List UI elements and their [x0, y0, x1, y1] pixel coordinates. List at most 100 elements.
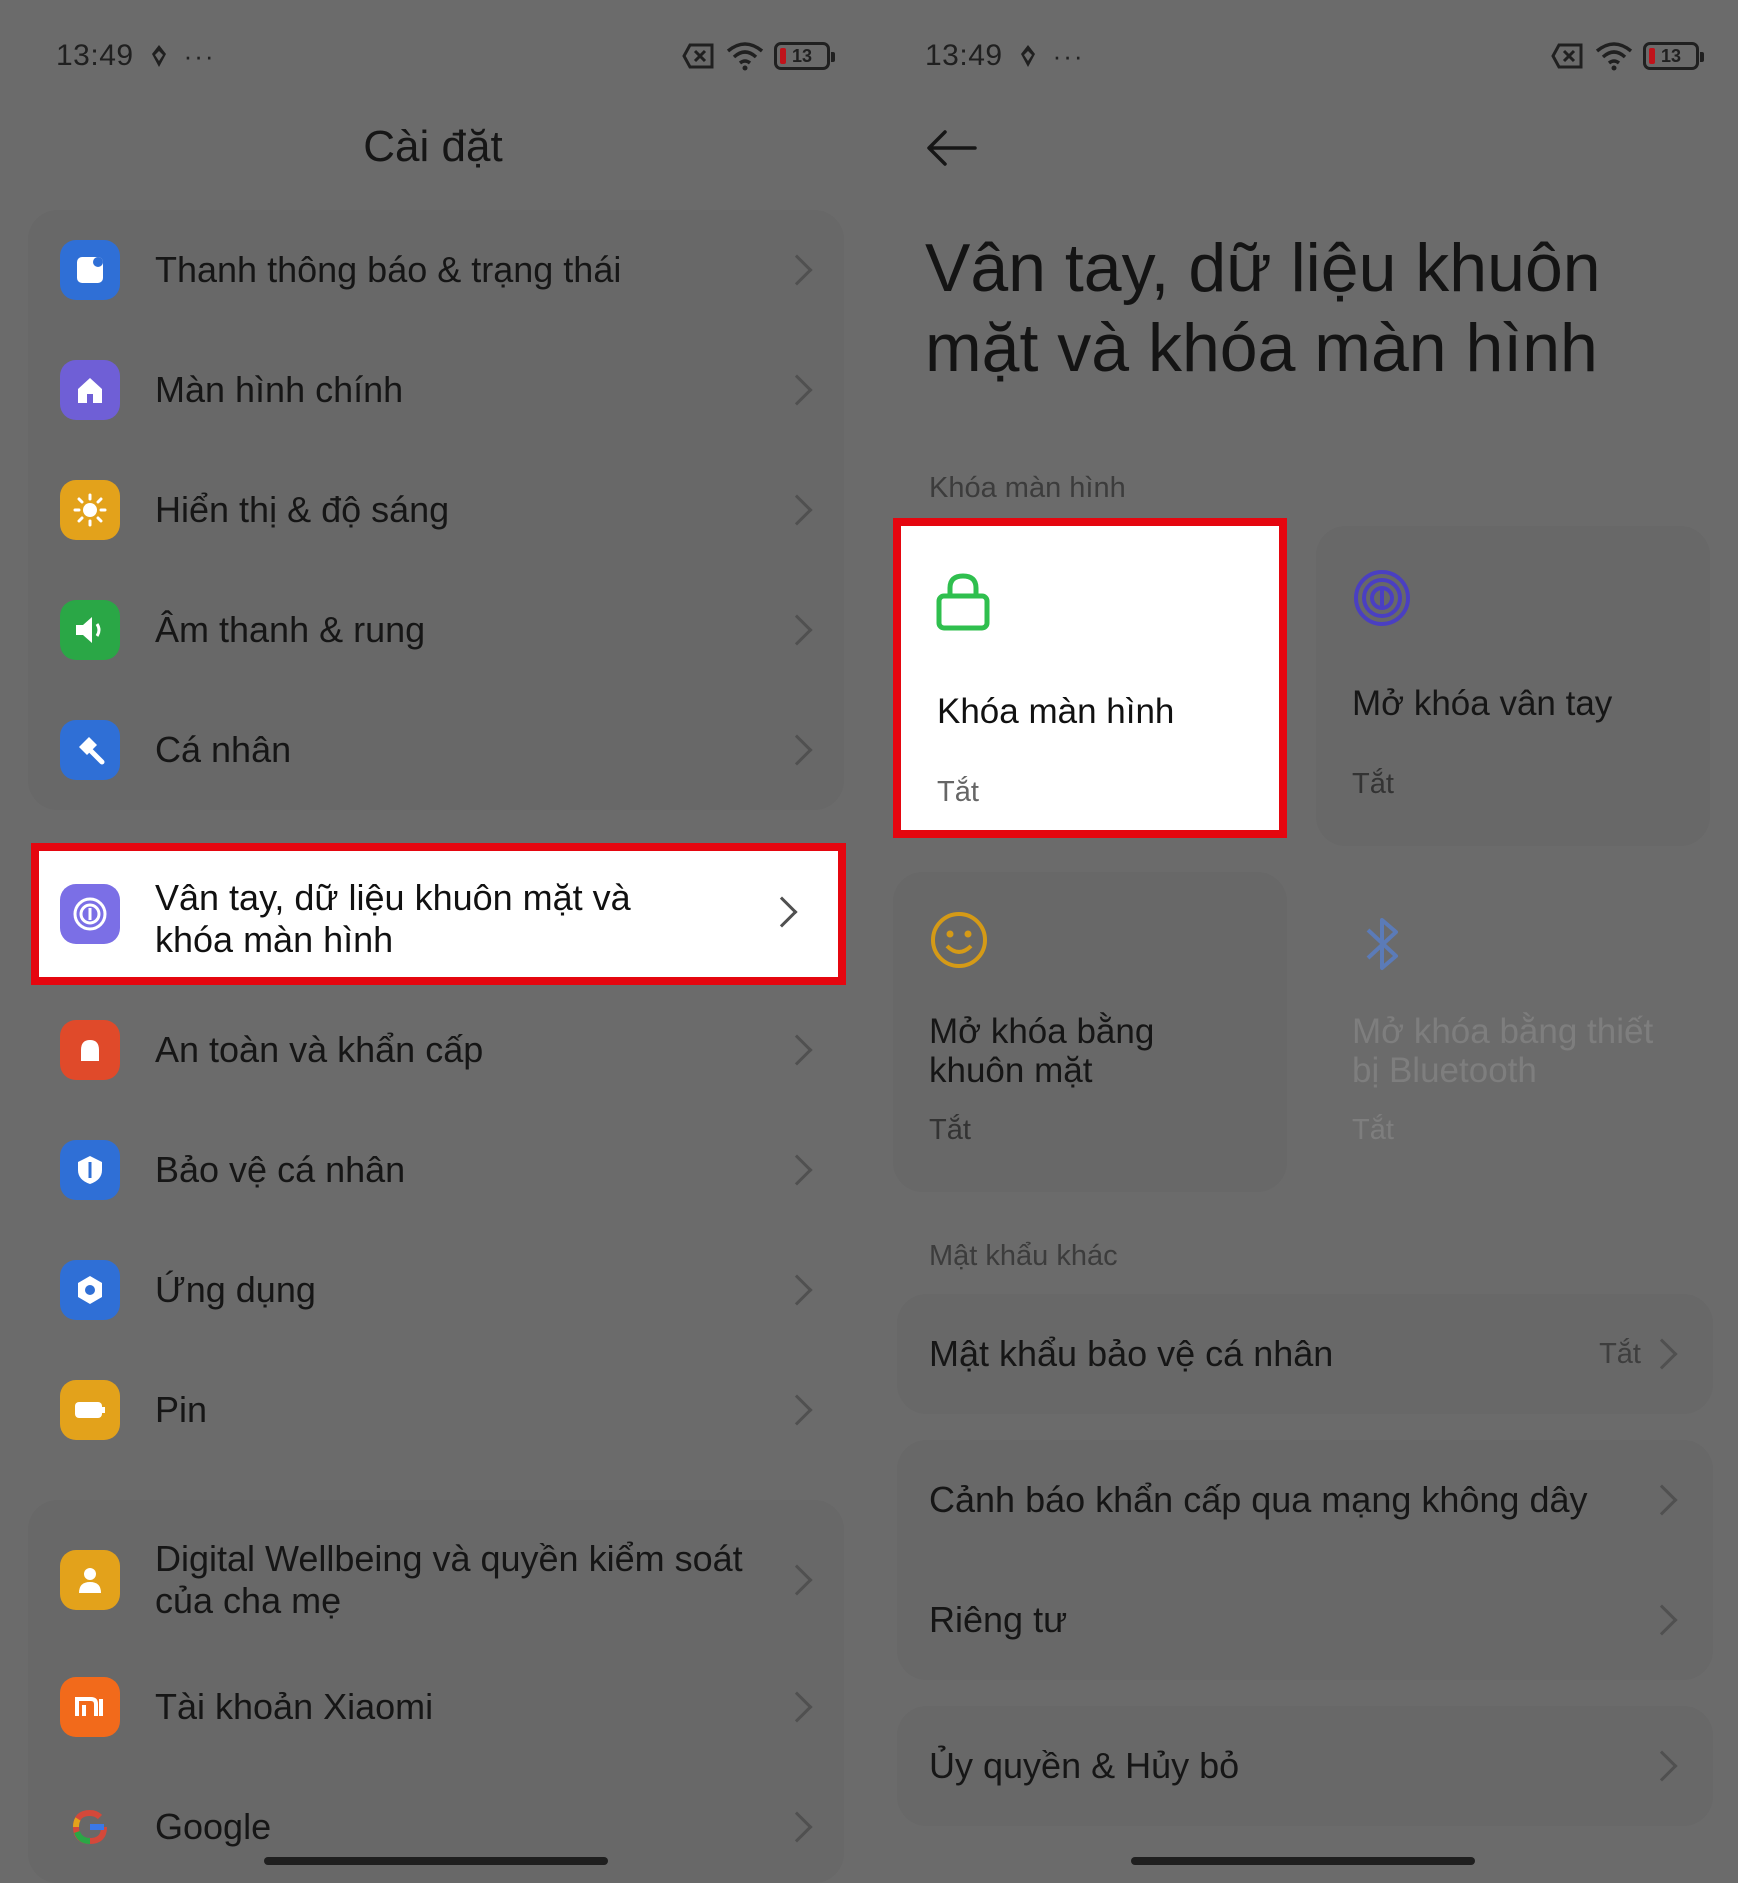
home-indicator[interactable] [264, 1857, 608, 1865]
chevron-right-icon [1646, 1604, 1678, 1636]
battery-icon: 13 [774, 42, 835, 70]
settings-item-privacy-protection[interactable]: Bảo vệ cá nhân [28, 1110, 844, 1230]
settings-item-safety[interactable]: An toàn và khẩn cấp [28, 990, 844, 1110]
battery-icon: 13 [1643, 42, 1704, 70]
tile-title: Mở khóa bằng thiết bị Bluetooth [1352, 1012, 1654, 1090]
status-time: 13:49 [925, 39, 1003, 72]
chevron-right-icon [1646, 1484, 1678, 1516]
settings-item-sound[interactable]: Âm thanh & rung [28, 570, 844, 690]
wireless-emergency-alerts-row[interactable]: Cảnh báo khẩn cấp qua mạng không dây [897, 1440, 1713, 1560]
tile-status: Tắt [1352, 1114, 1394, 1146]
tile-bluetooth-unlock: Mở khóa bằng thiết bị Bluetooth Tắt [1316, 872, 1710, 1192]
chevron-right-icon [781, 1034, 813, 1066]
settings-item-label: Cá nhân [155, 729, 292, 770]
settings-item-personalization[interactable]: Cá nhân [28, 690, 844, 810]
no-sim-icon [682, 43, 714, 69]
chevron-right-icon [781, 374, 813, 406]
chevron-right-icon [781, 1394, 813, 1426]
privacy-row[interactable]: Riêng tư [897, 1560, 1713, 1680]
settings-item-label: Vân tay, dữ liệu khuôn mặt và khóa màn h… [155, 877, 631, 960]
chevron-right-icon [781, 1274, 813, 1306]
settings-item-xiaomi-account[interactable]: Tài khoản Xiaomi [28, 1647, 844, 1767]
tile-title: Mở khóa bằng khuôn mặt [929, 1012, 1155, 1090]
chevron-right-icon [781, 1691, 813, 1723]
settings-item-display[interactable]: Hiển thị & độ sáng [28, 450, 844, 570]
back-arrow-icon[interactable] [925, 128, 977, 168]
settings-item-label: Digital Wellbeing và quyền kiểm soát của… [155, 1538, 743, 1621]
chevron-right-icon [781, 1564, 813, 1596]
status-time: 13:49 [56, 39, 134, 72]
settings-item-fingerprint-face-lock[interactable]: Vân tay, dữ liệu khuôn mặt và khóa màn h… [31, 843, 846, 985]
settings-item-battery[interactable]: Pin [28, 1350, 844, 1470]
settings-item-label: Màn hình chính [155, 369, 404, 410]
battery-icon [60, 1380, 120, 1440]
tile-title: Khóa màn hình [937, 692, 1175, 731]
wifi-icon [726, 42, 764, 71]
no-sim-icon [1551, 43, 1583, 69]
row-label: Mật khẩu bảo vệ cá nhân [929, 1333, 1334, 1374]
settings-group-2: An toàn và khẩn cấp Bảo vệ cá nhân Ứng d… [28, 990, 844, 1470]
apps-icon [60, 1260, 120, 1320]
xiaomi-icon [60, 1677, 120, 1737]
settings-item-label: Ứng dụng [155, 1269, 316, 1310]
privacy-shield-icon [60, 1140, 120, 1200]
more-notifications-icon: ··· [1052, 40, 1085, 71]
chevron-right-icon [1646, 1750, 1678, 1782]
settings-item-label: Google [155, 1806, 272, 1847]
settings-item-label: Hiển thị & độ sáng [155, 489, 450, 530]
privacy-password-row[interactable]: Mật khẩu bảo vệ cá nhân Tắt [897, 1294, 1713, 1414]
chevron-right-icon [781, 1154, 813, 1186]
wellbeing-icon [60, 1550, 120, 1610]
fingerprint-icon [1354, 570, 1410, 626]
battery-level: 13 [1660, 45, 1682, 66]
tile-title: Mở khóa vân tay [1352, 684, 1613, 723]
settings-item-label: An toàn và khẩn cấp [155, 1029, 484, 1070]
settings-group-3: Digital Wellbeing và quyền kiểm soát của… [28, 1500, 844, 1883]
settings-item-digital-wellbeing[interactable]: Digital Wellbeing và quyền kiểm soát của… [28, 1510, 844, 1650]
more-notifications-icon: ··· [183, 40, 216, 71]
home-icon [60, 360, 120, 420]
settings-item-label: Pin [155, 1389, 208, 1430]
lock-icon [936, 573, 990, 631]
row-label: Ủy quyền & Hủy bỏ [929, 1745, 1240, 1786]
authorization-revocation-row[interactable]: Ủy quyền & Hủy bỏ [897, 1706, 1713, 1826]
chevron-right-icon [781, 254, 813, 286]
fingerprint-icon [60, 884, 120, 944]
settings-item-home-screen[interactable]: Màn hình chính [28, 330, 844, 450]
settings-group-1: Thanh thông báo & trạng thái Màn hình ch… [28, 210, 844, 810]
fingerprint-lock-screen: 13:49 ··· 13 Vân tay, dữ liệu khuôn mặt … [869, 0, 1735, 1883]
tile-status: Tắt [929, 1114, 971, 1146]
chevron-right-icon [781, 734, 813, 766]
settings-item-label: Bảo vệ cá nhân [155, 1149, 406, 1190]
chevron-right-icon [781, 614, 813, 646]
section-header-lock-screen: Khóa màn hình [929, 472, 1126, 504]
settings-item-apps[interactable]: Ứng dụng [28, 1230, 844, 1350]
settings-screen: 13:49 ··· 13 Cài đặt Thanh thông báo & t… [0, 0, 866, 1883]
sun-icon [60, 480, 120, 540]
emergency-icon [60, 1020, 120, 1080]
wifi-icon [1595, 42, 1633, 71]
settings-item-google[interactable]: Google [28, 1767, 844, 1883]
tile-face-unlock[interactable]: Mở khóa bằng khuôn mặt Tắt [893, 872, 1287, 1192]
privacy-password-card: Mật khẩu bảo vệ cá nhân Tắt [897, 1294, 1713, 1414]
tile-screen-lock[interactable]: Khóa màn hình Tắt [893, 518, 1287, 838]
settings-item-label: Tài khoản Xiaomi [155, 1686, 434, 1727]
home-indicator[interactable] [1131, 1857, 1475, 1865]
section-header-other-passwords: Mật khẩu khác [929, 1240, 1118, 1272]
page-title: Vân tay, dữ liệu khuôn mặt và khóa màn h… [925, 230, 1601, 386]
tile-fingerprint-unlock[interactable]: Mở khóa vân tay Tắt [1316, 526, 1710, 846]
tile-status: Tắt [937, 776, 979, 808]
google-icon [60, 1797, 120, 1857]
brush-icon [60, 720, 120, 780]
settings-item-notifications[interactable]: Thanh thông báo & trạng thái [28, 210, 844, 330]
speaker-icon [60, 600, 120, 660]
notification-bar-icon [60, 240, 120, 300]
status-bar: 13:49 ··· 13 [925, 36, 1704, 76]
row-value: Tắt [1599, 1337, 1641, 1370]
settings-item-label: Thanh thông báo & trạng thái [155, 249, 622, 290]
chevron-right-icon [1646, 1338, 1678, 1370]
row-label: Cảnh báo khẩn cấp qua mạng không dây [929, 1479, 1588, 1520]
chevron-right-icon [781, 494, 813, 526]
settings-item-label: Âm thanh & rung [155, 609, 426, 650]
tile-status: Tắt [1352, 768, 1394, 800]
